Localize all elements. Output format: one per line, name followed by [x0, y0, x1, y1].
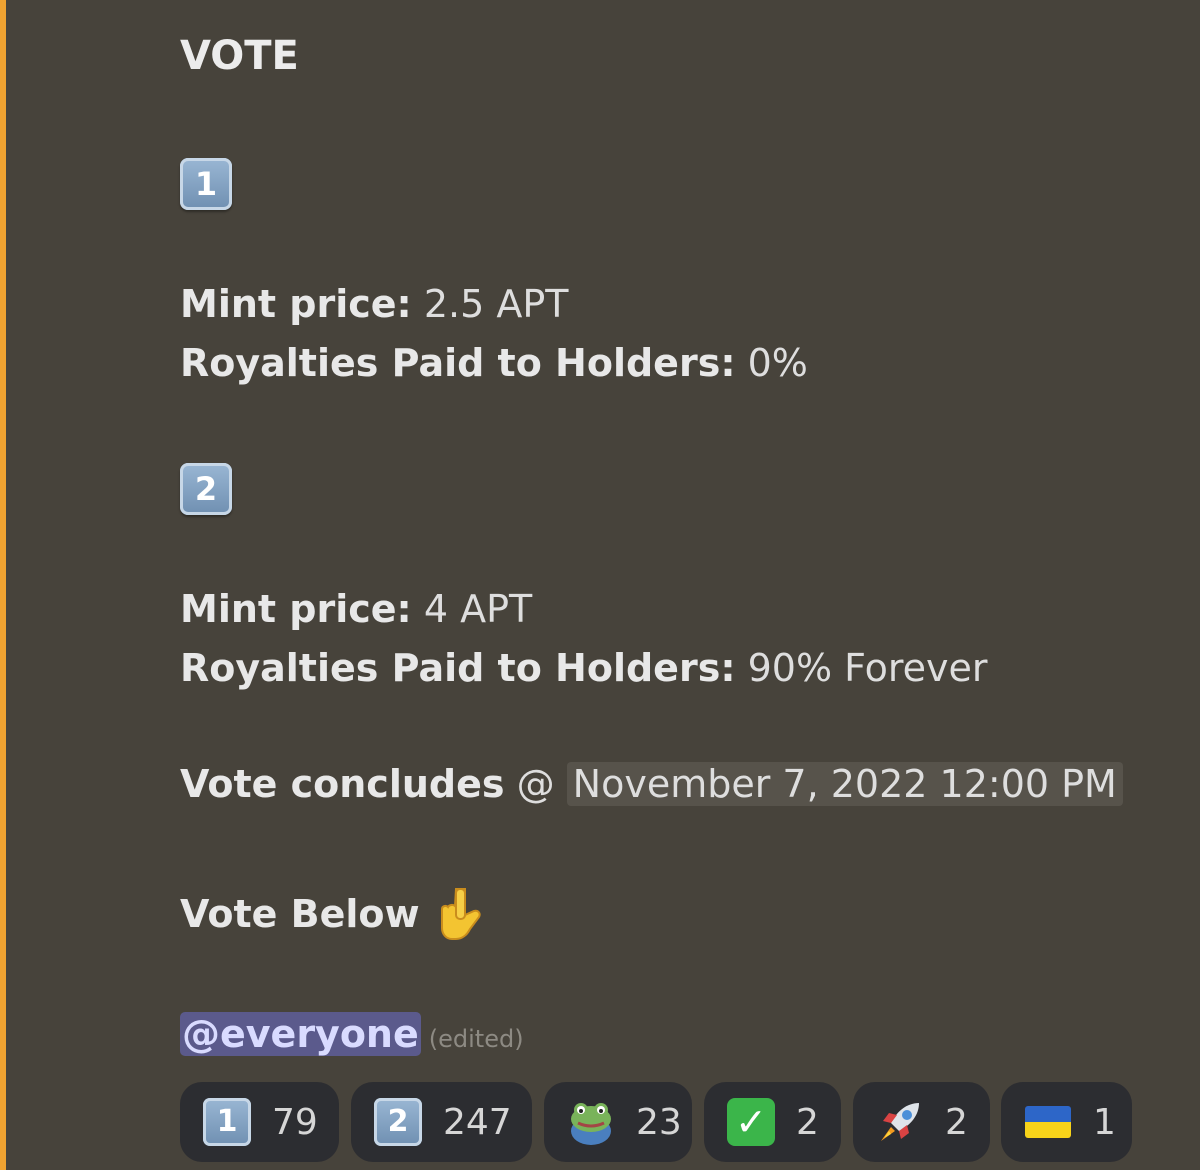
option1-royalties: Royalties Paid to Holders: 0% — [180, 339, 808, 387]
everyone-mention[interactable]: @everyone — [180, 1012, 421, 1056]
check-mark-icon: ✓ — [726, 1097, 776, 1147]
rocket-icon — [875, 1097, 925, 1147]
mint-price-value: 4 APT — [411, 587, 533, 631]
conclude-at: @ — [504, 762, 567, 806]
vote-heading: VOTE — [180, 33, 299, 79]
keycap-2-icon: 2 — [180, 463, 232, 515]
reaction-ukraine-flag[interactable]: 1 — [1001, 1082, 1132, 1162]
reaction-rocket[interactable]: 2 — [853, 1082, 990, 1162]
reaction-count: 247 — [443, 1101, 512, 1143]
reaction-count: 1 — [1093, 1101, 1116, 1143]
reaction-count: 79 — [272, 1101, 318, 1143]
vote-conclusion: Vote concludes @ November 7, 2022 12:00 … — [180, 760, 1123, 808]
edited-label: (edited) — [428, 1025, 524, 1053]
vote-below-text: Vote Below — [180, 892, 420, 936]
option2-royalties: Royalties Paid to Holders: 90% Forever — [180, 644, 988, 692]
ukraine-flag-icon — [1023, 1097, 1073, 1147]
royalties-label: Royalties Paid to Holders: — [180, 341, 736, 385]
reaction-count: 2 — [945, 1101, 968, 1143]
keycap-2-icon: 2 — [373, 1097, 423, 1147]
mint-price-value: 2.5 APT — [411, 282, 569, 326]
timestamp[interactable]: November 7, 2022 12:00 PM — [566, 762, 1123, 806]
keycap-1-icon: 1 — [202, 1097, 252, 1147]
mint-price-label: Mint price: — [180, 282, 412, 326]
reaction-count: 23 — [636, 1101, 682, 1143]
mint-price-label: Mint price: — [180, 587, 412, 631]
frog-icon — [566, 1097, 616, 1147]
conclude-label: Vote concludes — [180, 762, 505, 806]
reaction-count: 2 — [796, 1101, 819, 1143]
reaction-keycap-2[interactable]: 2 247 — [351, 1082, 532, 1162]
royalties-label: Royalties Paid to Holders: — [180, 646, 736, 690]
reaction-check-mark[interactable]: ✓ 2 — [704, 1082, 841, 1162]
reaction-frog[interactable]: 23 — [544, 1082, 692, 1162]
royalties-value: 0% — [735, 341, 808, 385]
option2-mint-price: Mint price: 4 APT — [180, 585, 532, 633]
vote-below-line: Vote Below — [180, 885, 482, 941]
mention-line: @everyone (edited) — [180, 1010, 524, 1063]
royalties-value: 90% Forever — [735, 646, 988, 690]
message-highlight-bar — [0, 0, 6, 1170]
option1-mint-price: Mint price: 2.5 APT — [180, 280, 568, 328]
reaction-keycap-1[interactable]: 1 79 — [180, 1082, 339, 1162]
keycap-1-icon: 1 — [180, 158, 232, 210]
pointing-down-hand-icon — [440, 888, 481, 940]
